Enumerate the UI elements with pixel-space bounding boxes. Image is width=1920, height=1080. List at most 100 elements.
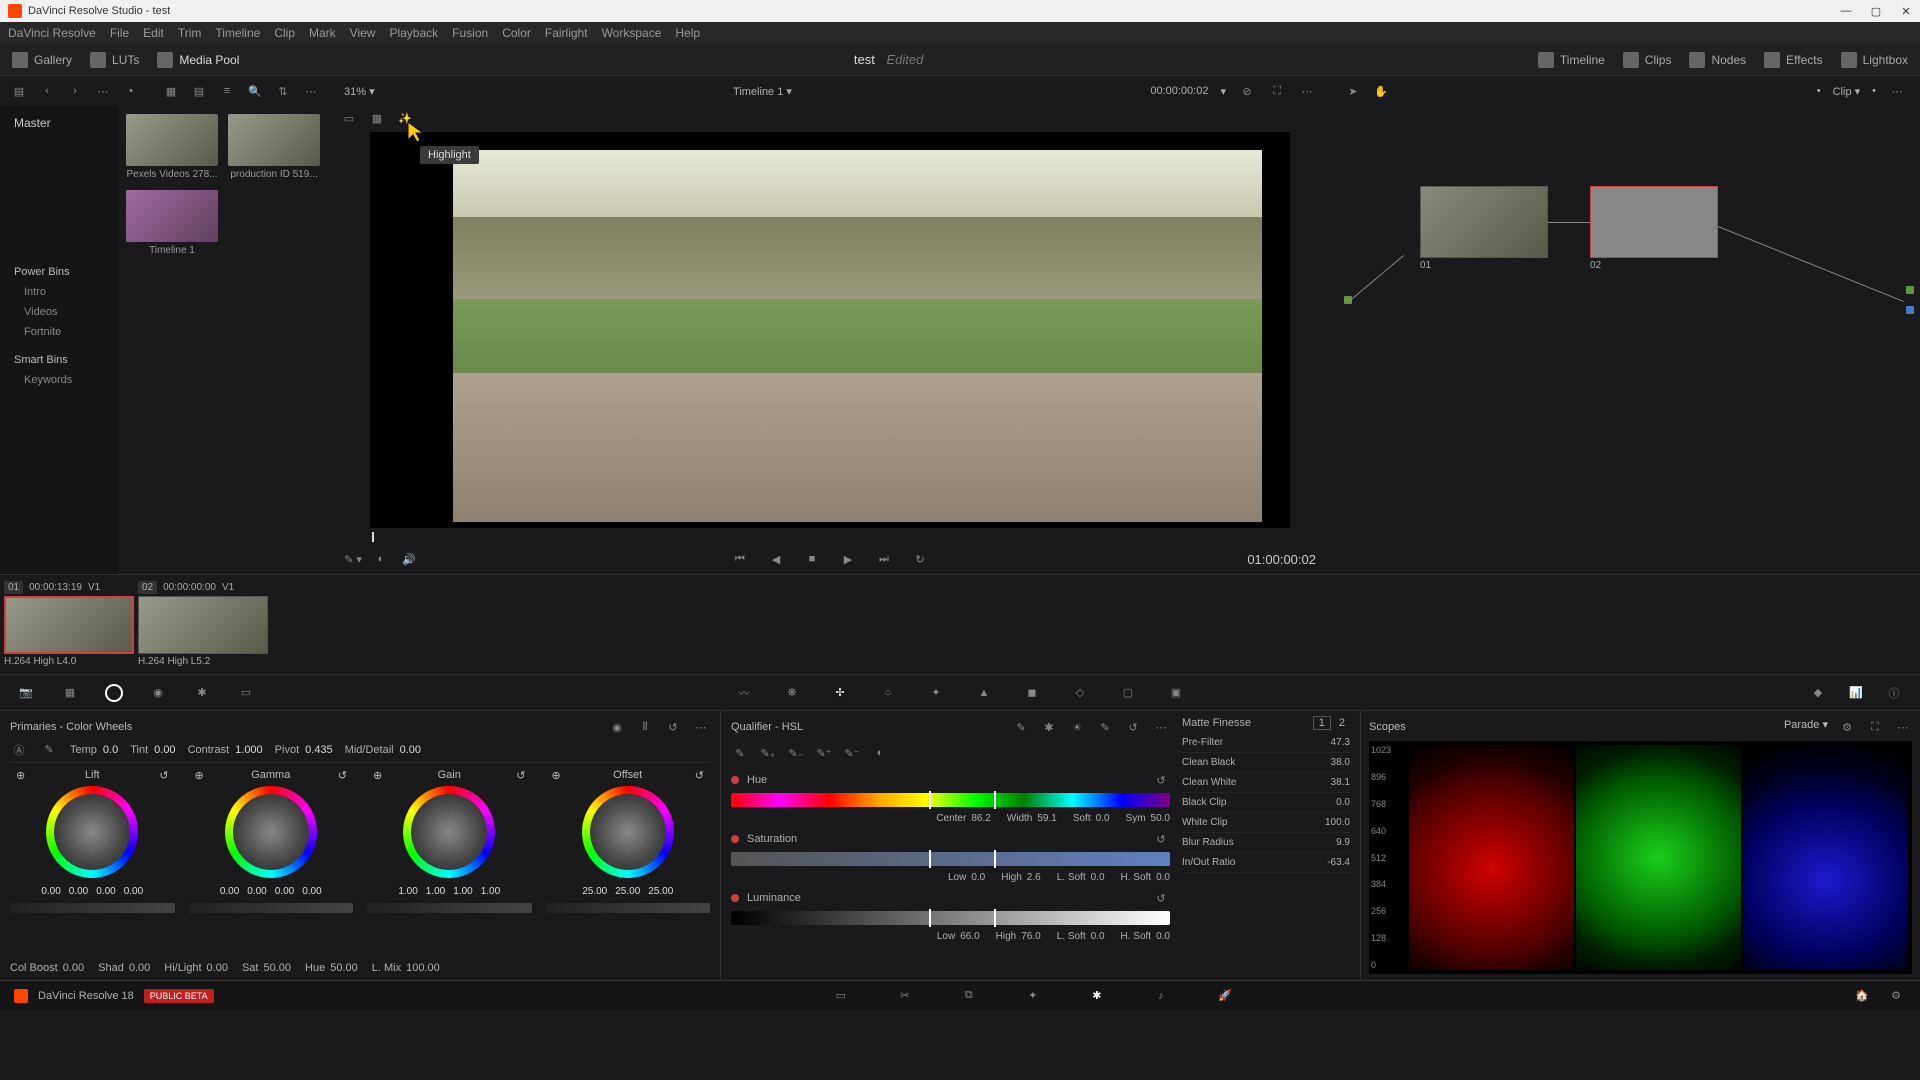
qparam[interactable]: Low66.0 [937,931,980,942]
menu-mark[interactable]: Mark [309,26,336,40]
scopes-expand-icon[interactable]: ⛶ [1866,718,1884,736]
bin-item[interactable]: Intro [0,282,118,302]
matte-param[interactable]: Black Clip0.0 [1182,793,1350,813]
node-editor[interactable]: 0102 [1330,106,1920,574]
menu-color[interactable]: Color [502,26,531,40]
more3-icon[interactable]: ⋯ [1298,82,1316,100]
page-fairlight-icon[interactable]: ♪ [1151,986,1171,1006]
reset-icon[interactable]: ↺ [1152,771,1170,789]
qual-more-icon[interactable]: ⋯ [1152,718,1170,736]
matte-tab-2[interactable]: 2 [1334,717,1350,729]
param-pivot[interactable]: Pivot0.435 [275,744,333,756]
qparam[interactable]: H. Soft0.0 [1121,872,1170,883]
more2-icon[interactable]: ⋯ [302,82,320,100]
page-edit-icon[interactable]: ⧉ [959,986,979,1006]
effects-icon[interactable]: Effects [1764,52,1822,68]
viewer-tool1-icon[interactable]: ▭ [340,109,358,127]
wheel-lift[interactable]: ⊕Lift↺0.000.000.000.00 [10,769,175,956]
picker-add-icon[interactable]: ✎₊ [759,744,777,762]
viewer-scrubber[interactable] [370,530,1290,544]
primaries-mode2-icon[interactable]: ⦀ [636,718,654,736]
loop-icon[interactable]: ↻ [911,550,929,568]
media-clip[interactable]: production ID 519... [228,114,320,180]
param-colboost[interactable]: Col Boost0.00 [10,962,84,974]
primaries-mode1-icon[interactable]: ◉ [608,718,626,736]
matte-param[interactable]: Clean Black38.0 [1182,753,1350,773]
stop-icon[interactable]: ■ [803,550,821,568]
tracking-icon[interactable]: ✦ [924,681,948,705]
play-icon[interactable]: ▶ [839,550,857,568]
more-icon[interactable]: ⋯ [94,82,112,100]
scopes-icon[interactable]: 📊 [1844,681,1868,705]
hdr-icon[interactable]: ◉ [146,681,170,705]
mediapool-icon[interactable]: Media Pool [157,52,239,68]
qparam[interactable]: High2.6 [1001,872,1040,883]
blur-icon[interactable]: ◼ [1020,681,1044,705]
viewer-canvas[interactable] [370,132,1290,528]
hand-icon[interactable]: ✋ [1372,82,1390,100]
home-icon[interactable]: 🏠 [1852,986,1872,1006]
qparam[interactable]: Sym50.0 [1126,813,1170,824]
viewer-timecode[interactable]: 00:00:00:02 [1150,85,1208,97]
clip-thumbnail[interactable]: 0200:00:00:00V1H.264 High L5.2 [138,581,268,668]
color-wheels-icon[interactable] [102,681,126,705]
close-button[interactable]: ✕ [1900,5,1912,17]
pool-view-icon[interactable]: ▤ [10,82,28,100]
menu-help[interactable]: Help [675,26,700,40]
menu-file[interactable]: File [110,26,129,40]
node-output-port[interactable] [1906,286,1914,294]
menu-trim[interactable]: Trim [178,26,202,40]
sort-icon[interactable]: ⇅ [274,82,292,100]
view-rows-icon[interactable]: ≡ [218,82,236,100]
clip-thumbnail[interactable]: 0100:00:13:19V1H.264 High L4.0 [4,581,134,668]
picker-icon[interactable]: ✎ ▾ [344,550,362,568]
key-icon[interactable]: ◇ [1068,681,1092,705]
page-deliver-icon[interactable]: 🚀 [1215,986,1235,1006]
dot-icon[interactable]: • [122,82,140,100]
bin-item[interactable]: Fortnite [0,322,118,342]
page-cut-icon[interactable]: ✂ [895,986,915,1006]
qual-mode3-icon[interactable]: ☀ [1068,718,1086,736]
param-shad[interactable]: Shad0.00 [98,962,150,974]
bypass-icon[interactable]: ⊘ [1238,82,1256,100]
matte-param[interactable]: Clean White38.1 [1182,773,1350,793]
bin-item[interactable]: Videos [0,302,118,322]
clip-mode[interactable]: Clip ▾ [1833,85,1861,98]
matte-param[interactable]: Pre-Filter47.3 [1182,733,1350,753]
curves-icon[interactable]: 〰 [732,681,756,705]
param-temp[interactable]: Temp0.0 [70,744,118,756]
expand-icon[interactable]: ⛶ [1268,82,1286,100]
pointer-icon[interactable]: ➤ [1344,82,1362,100]
window-icon[interactable]: ○ [876,681,900,705]
qparam[interactable]: L. Soft0.0 [1057,872,1105,883]
param-hilight[interactable]: Hi/Light0.00 [164,962,228,974]
qparam[interactable]: Soft0.0 [1073,813,1110,824]
matte-tab-1[interactable]: 1 [1313,716,1331,730]
sizing-icon[interactable]: ▢ [1116,681,1140,705]
menu-timeline[interactable]: Timeline [215,26,260,40]
menu-fairlight[interactable]: Fairlight [545,26,588,40]
viewer-tool2-icon[interactable]: ▦ [368,109,386,127]
menu-view[interactable]: View [350,26,376,40]
menu-playback[interactable]: Playback [389,26,438,40]
first-frame-icon[interactable]: ⏮ [731,550,749,568]
menu-edit[interactable]: Edit [143,26,164,40]
color-match-icon[interactable]: ▦ [58,681,82,705]
param-sat[interactable]: Sat50.00 [242,962,291,974]
scopes-mode[interactable]: Parade ▾ [1784,718,1828,736]
magic-mask-icon[interactable]: ▲ [972,681,996,705]
viewer-zoom[interactable]: 31% ▾ [344,85,375,98]
warper-icon[interactable]: ❋ [780,681,804,705]
invert-icon[interactable]: ◐ [871,744,889,762]
param-contrast[interactable]: Contrast1.000 [188,744,263,756]
wheel-gain[interactable]: ⊕Gain↺1.001.001.001.00 [367,769,532,956]
minimize-button[interactable]: — [1840,5,1852,17]
media-clip[interactable]: Timeline 1 [126,190,218,256]
page-media-icon[interactable]: ▭ [831,986,851,1006]
smart-bins-header[interactable]: Smart Bins [0,350,118,370]
primaries-more-icon[interactable]: ⋯ [692,718,710,736]
bin-item[interactable]: Keywords [0,370,118,390]
param-lmix[interactable]: L. Mix100.00 [372,962,440,974]
settings-icon[interactable]: ⚙ [1886,986,1906,1006]
timeline-name[interactable]: Timeline 1 ▾ [733,85,792,98]
